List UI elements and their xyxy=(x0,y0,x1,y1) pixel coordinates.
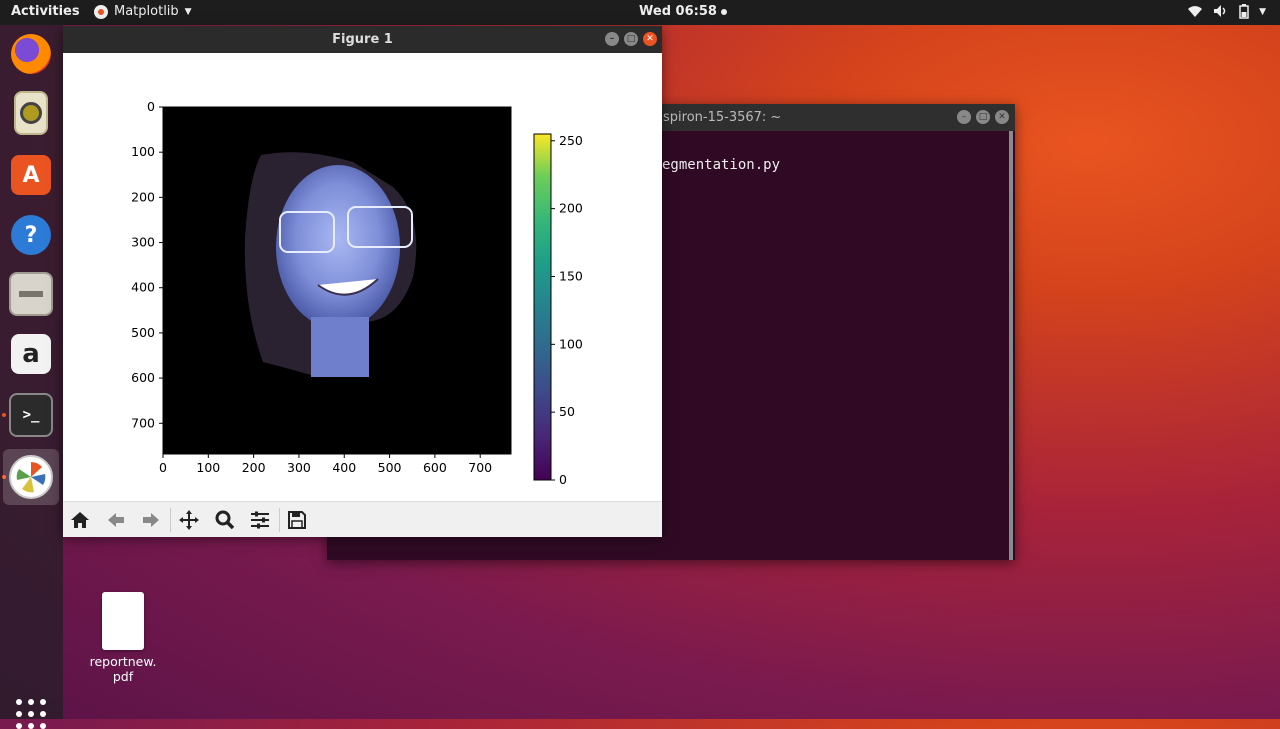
home-icon[interactable] xyxy=(68,508,92,532)
x-tick-label: 700 xyxy=(468,460,492,475)
y-tick-label: 100 xyxy=(131,144,155,159)
chart-svg: 0 100 200 300 400 500 600 700010020030040050060… xyxy=(131,99,583,487)
dock: A ? a >_ xyxy=(0,25,63,729)
dock-item-firefox[interactable] xyxy=(7,30,55,78)
wifi-icon xyxy=(1188,6,1203,17)
amazon-icon: a xyxy=(11,334,51,374)
forward-icon[interactable] xyxy=(139,508,163,532)
dock-item-amazon[interactable]: a xyxy=(7,330,55,378)
dock-item-terminal[interactable]: >_ xyxy=(7,391,55,439)
colorbar-tick-label: 0 xyxy=(559,472,567,487)
chevron-down-icon: ▼ xyxy=(184,6,192,17)
figure-titlebar[interactable]: Figure 1 – □ ✕ xyxy=(63,26,662,53)
y-tick-label: 0 xyxy=(147,99,155,114)
matplotlib-logo-icon xyxy=(16,462,46,493)
pdf-file-icon xyxy=(102,592,144,650)
file-label-line2: pdf xyxy=(112,669,134,684)
speaker-icon xyxy=(14,91,48,135)
y-tick-label: 200 xyxy=(131,189,155,204)
terminal-scrollbar[interactable] xyxy=(1009,131,1013,560)
volume-icon xyxy=(1214,5,1226,17)
toolbar-separator xyxy=(170,508,171,532)
chevron-down-icon: ▼ xyxy=(1259,7,1266,17)
file-cabinet-icon xyxy=(9,272,53,316)
system-tray[interactable]: ▼ xyxy=(1187,4,1266,20)
maximize-icon[interactable]: □ xyxy=(624,32,638,46)
y-tick-label: 500 xyxy=(131,325,155,340)
colorbar: 0 50 100 150 200 250 xyxy=(533,133,583,487)
help-icon: ? xyxy=(11,215,51,255)
image-area xyxy=(162,106,512,455)
maximize-icon[interactable]: □ xyxy=(976,110,990,124)
colorbar-tick-label: 100 xyxy=(559,336,583,351)
y-tick-label: 400 xyxy=(131,280,155,295)
colorbar-tick-label: 150 xyxy=(559,268,583,283)
terminal-title: spiron-15-3567: ~ xyxy=(663,110,782,125)
dock-item-matplotlib[interactable] xyxy=(3,449,59,505)
x-tick-label: 100 xyxy=(196,460,220,475)
x-tick-label: 600 xyxy=(423,460,447,475)
matplotlib-app-icon xyxy=(94,4,108,19)
navigation-toolbar xyxy=(63,501,662,537)
terminal-window-controls: – □ ✕ xyxy=(957,110,1009,124)
software-store-icon: A xyxy=(11,155,51,195)
dock-item-help[interactable]: ? xyxy=(7,211,55,259)
save-icon[interactable] xyxy=(285,508,309,532)
terminal-icon: >_ xyxy=(9,393,53,437)
plot-canvas[interactable]: 0 100 200 300 400 500 600 700 0 100 200 300 400 500 60… xyxy=(63,53,662,501)
figure-window-controls: – □ ✕ xyxy=(605,32,657,46)
x-tick-label: 200 xyxy=(242,460,266,475)
app-menu[interactable]: Matplotlib ▼ xyxy=(94,4,192,19)
dock-running-indicator xyxy=(2,413,6,417)
x-tick-label: 400 xyxy=(332,460,356,475)
clock-label: Wed 06:58 xyxy=(639,4,717,19)
notification-dot xyxy=(720,8,727,15)
pan-icon[interactable] xyxy=(177,508,201,532)
minimize-icon[interactable]: – xyxy=(957,110,971,124)
close-icon[interactable]: ✕ xyxy=(995,110,1009,124)
matplotlib-icon xyxy=(9,455,53,499)
colorbar-gradient xyxy=(533,133,552,481)
y-tick-label: 600 xyxy=(131,370,155,385)
y-tick-label: 300 xyxy=(131,235,155,250)
x-tick-label: 500 xyxy=(378,460,402,475)
firefox-icon xyxy=(11,34,51,74)
colorbar-tick-label: 50 xyxy=(559,404,575,419)
colorbar-tick-label: 200 xyxy=(559,201,583,216)
colorbar-tick-label: 250 xyxy=(559,133,583,148)
dock-item-rhythmbox[interactable] xyxy=(7,89,55,137)
minimize-icon[interactable]: – xyxy=(605,32,619,46)
terminal-line: egmentation.py xyxy=(662,157,781,173)
dock-item-files[interactable] xyxy=(7,270,55,318)
show-applications-button[interactable] xyxy=(16,699,46,729)
x-tick-label: 0 xyxy=(159,460,167,475)
neck-region xyxy=(311,317,369,377)
x-tick-label: 300 xyxy=(287,460,311,475)
y-tick-label: 700 xyxy=(131,415,155,430)
toolbar-separator xyxy=(279,508,280,532)
file-label-line1: reportnew. xyxy=(89,654,157,669)
figure-window[interactable]: Figure 1 – □ ✕ 0 100 200 300 400 500 600… xyxy=(63,26,662,537)
clock[interactable]: Wed 06:58 xyxy=(639,4,727,19)
zoom-icon[interactable] xyxy=(213,508,237,532)
top-bar: Activities Matplotlib ▼ Wed 06:58 ▼ xyxy=(0,0,1280,25)
dock-item-software[interactable]: A xyxy=(7,151,55,199)
figure-title: Figure 1 xyxy=(332,32,393,47)
app-menu-label: Matplotlib xyxy=(114,4,179,19)
back-icon[interactable] xyxy=(104,508,128,532)
desktop-file-reportnew[interactable]: reportnew. pdf xyxy=(86,592,160,684)
configure-subplots-icon[interactable] xyxy=(248,508,272,532)
close-icon[interactable]: ✕ xyxy=(643,32,657,46)
activities-button[interactable]: Activities xyxy=(11,4,80,19)
battery-icon xyxy=(1239,4,1249,19)
